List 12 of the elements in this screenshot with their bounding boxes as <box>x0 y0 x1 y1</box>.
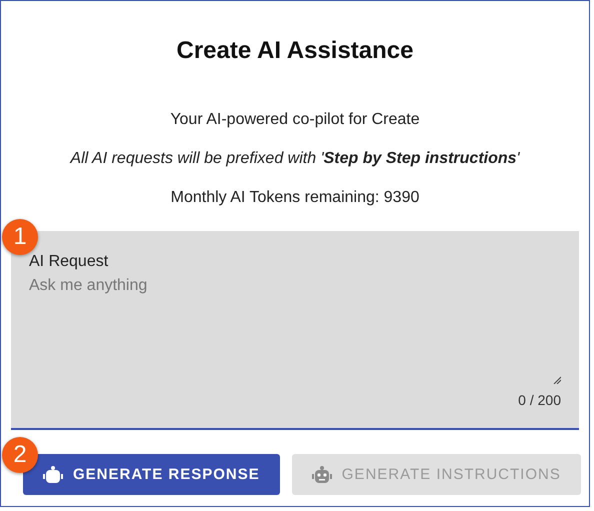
character-counter: 0 / 200 <box>518 392 561 408</box>
step-badge: 1 <box>2 219 38 255</box>
robot-icon <box>312 464 332 484</box>
resize-grip-icon[interactable] <box>553 376 561 384</box>
prefix-note: All AI requests will be prefixed with 'Step by Step instructions' <box>68 150 521 168</box>
subtitle: Your AI-powered co-pilot for Create <box>169 111 421 129</box>
step-badge: 2 <box>2 437 38 473</box>
robot-icon <box>43 464 63 484</box>
tokens-remaining: Monthly AI Tokens remaining: 9390 <box>170 189 420 207</box>
dialog-title: Create AI Assistance <box>176 37 414 65</box>
ai-request-input[interactable]: Ask me anything <box>29 277 561 392</box>
field-label: AI Request <box>29 253 110 271</box>
